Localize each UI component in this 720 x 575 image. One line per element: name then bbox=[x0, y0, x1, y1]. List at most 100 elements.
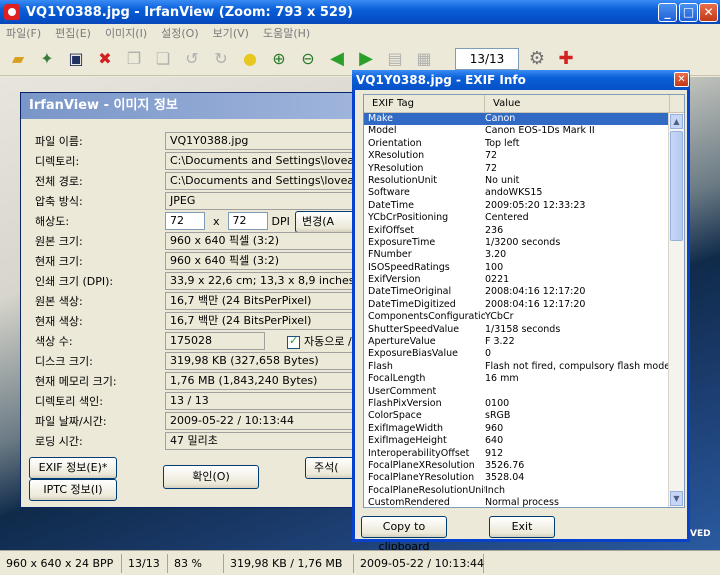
undo-icon[interactable]: ↺ bbox=[180, 47, 204, 71]
exif-tag: FocalLength bbox=[368, 373, 426, 385]
exif-row[interactable]: FocalLength 16 mm bbox=[364, 373, 684, 385]
exif-row[interactable]: ResolutionUnit No unit bbox=[364, 175, 684, 187]
exif-row[interactable]: DateTimeOriginal 2008:04:16 12:17:20 bbox=[364, 286, 684, 298]
dpi-x-input[interactable]: 72 bbox=[165, 212, 205, 230]
exif-tag: ResolutionUnit bbox=[368, 174, 437, 186]
exif-row[interactable]: ColorSpace sRGB bbox=[364, 410, 684, 422]
exif-tag: XResolution bbox=[368, 150, 425, 162]
exif-list[interactable]: EXIF Tag Value Make Canon Model Canon EOS-1… bbox=[363, 94, 685, 508]
info-label: 파일 날짜/시간: bbox=[35, 415, 107, 428]
minimize-button[interactable]: _ bbox=[658, 3, 677, 22]
info-value: C:\Documents and Settings\loveas bbox=[165, 172, 365, 190]
close-button[interactable]: ✕ bbox=[699, 3, 718, 22]
info-value: 16,7 백만 (24 BitsPerPixel) bbox=[165, 292, 365, 310]
exif-row[interactable]: ApertureValue F 3.22 bbox=[364, 336, 684, 348]
print-icon[interactable]: ▤ bbox=[383, 47, 407, 71]
exif-tag: YCbCrPositioning bbox=[368, 212, 449, 224]
exif-row[interactable]: Orientation Top left bbox=[364, 138, 684, 150]
scroll-down-icon[interactable]: ▼ bbox=[670, 491, 683, 506]
exif-value: 3528.04 bbox=[485, 472, 525, 484]
info-value: 13 / 13 bbox=[165, 392, 365, 410]
zoom-out-icon[interactable]: ⊖ bbox=[296, 47, 320, 71]
copy-icon[interactable]: ❐ bbox=[122, 47, 146, 71]
exif-row[interactable]: ComponentsConfiguration YCbCr bbox=[364, 311, 684, 323]
exif-value: Canon EOS-1Ds Mark II bbox=[485, 125, 595, 137]
exif-row[interactable]: YCbCrPositioning Centered bbox=[364, 212, 684, 224]
exif-row[interactable]: ISOSpeedRatings 100 bbox=[364, 262, 684, 274]
exif-row[interactable]: XResolution 72 bbox=[364, 150, 684, 162]
ok-button[interactable]: 확인(O) bbox=[163, 465, 259, 489]
exif-row[interactable]: Model Canon EOS-1Ds Mark II bbox=[364, 125, 684, 137]
delete-icon[interactable]: ✖ bbox=[93, 47, 117, 71]
status-zoom: 83 % bbox=[168, 553, 224, 573]
menu-options[interactable]: 설정(O) bbox=[161, 25, 198, 41]
window-title: VQ1Y0388.jpg - IrfanView (Zoom: 793 x 52… bbox=[26, 4, 353, 20]
exif-row[interactable]: Flash Flash not fired, compulsory flash m… bbox=[364, 361, 684, 373]
iptc-info-button[interactable]: IPTC 정보(I) bbox=[29, 479, 117, 501]
exif-value: 236 bbox=[485, 224, 504, 236]
exif-row[interactable]: Software andoWKS15 bbox=[364, 187, 684, 199]
info-label: 원본 색상: bbox=[35, 295, 83, 308]
exif-row[interactable]: ExifVersion 0221 bbox=[364, 274, 684, 286]
page-counter[interactable]: 13/13 bbox=[455, 47, 519, 70]
exif-value: YCbCr bbox=[485, 311, 514, 323]
info-label: 디렉토리 색인: bbox=[35, 395, 103, 408]
exif-row[interactable]: Make Canon bbox=[364, 113, 684, 126]
exif-row[interactable]: UserComment bbox=[364, 386, 684, 398]
exif-close-button[interactable]: ✕ bbox=[674, 72, 689, 87]
exif-row[interactable]: DateTimeDigitized 2008:04:16 12:17:20 bbox=[364, 299, 684, 311]
menu-file[interactable]: 파일(F) bbox=[6, 25, 41, 41]
previous-icon[interactable]: ◀ bbox=[325, 47, 349, 71]
change-dpi-button[interactable]: 변경(A bbox=[295, 211, 355, 233]
scan-icon[interactable]: ▦ bbox=[412, 47, 436, 71]
menu-view[interactable]: 보기(V) bbox=[213, 25, 249, 41]
comment-button[interactable]: 주석( bbox=[305, 457, 355, 479]
exif-row[interactable]: DateTime 2009:05:20 12:33:23 bbox=[364, 200, 684, 212]
exif-scrollbar[interactable]: ▲ ▼ bbox=[668, 113, 684, 507]
paste-icon[interactable]: ❏ bbox=[151, 47, 175, 71]
dpi-y-input[interactable]: 72 bbox=[227, 212, 268, 230]
exif-info-dialog: VQ1Y0388.jpg - EXIF Info ✕ EXIF Tag Valu… bbox=[352, 70, 690, 553]
save-icon[interactable]: ▣ bbox=[64, 47, 88, 71]
exit-button[interactable]: Exit bbox=[489, 516, 555, 538]
exif-row[interactable]: CustomRendered Normal process bbox=[364, 497, 684, 507]
exif-col-tag[interactable]: EXIF Tag bbox=[364, 95, 485, 113]
exif-row[interactable]: ExifImageHeight 640 bbox=[364, 435, 684, 447]
menu-edit[interactable]: 편집(E) bbox=[55, 25, 91, 41]
exif-row[interactable]: FlashPixVersion 0100 bbox=[364, 398, 684, 410]
exif-info-button[interactable]: EXIF 정보(E)* bbox=[29, 457, 117, 479]
info-bulb-icon[interactable]: ● bbox=[238, 47, 262, 71]
exif-row[interactable]: FocalPlaneResolutionUnit Inch bbox=[364, 485, 684, 497]
exif-row[interactable]: ExposureTime 1/3200 seconds bbox=[364, 237, 684, 249]
maximize-button[interactable]: □ bbox=[679, 3, 698, 22]
exif-row[interactable]: InteroperabilityOffset 912 bbox=[364, 448, 684, 460]
redo-icon[interactable]: ↻ bbox=[209, 47, 233, 71]
exif-row[interactable]: FocalPlaneYResolution 3528.04 bbox=[364, 472, 684, 484]
plugin-puzzle-icon[interactable]: ✚ bbox=[554, 47, 578, 71]
exif-row[interactable]: YResolution 72 bbox=[364, 163, 684, 175]
slideshow-icon[interactable]: ✦ bbox=[35, 47, 59, 71]
open-folder-icon[interactable]: ▰ bbox=[6, 47, 30, 71]
irfanview-app-icon[interactable] bbox=[4, 4, 20, 20]
copy-to-clipboard-button[interactable]: Copy to clipboard bbox=[361, 516, 447, 553]
exif-row[interactable]: FocalPlaneXResolution 3526.76 bbox=[364, 460, 684, 472]
menu-help[interactable]: 도움말(H) bbox=[263, 25, 310, 41]
exif-value: 0221 bbox=[485, 274, 510, 286]
exif-row[interactable]: ExifOffset 236 bbox=[364, 225, 684, 237]
menu-image[interactable]: 이미지(I) bbox=[105, 25, 147, 41]
scroll-up-icon[interactable]: ▲ bbox=[670, 114, 683, 129]
exif-row[interactable]: ExifImageWidth 960 bbox=[364, 423, 684, 435]
exif-row[interactable]: ExposureBiasValue 0 bbox=[364, 348, 684, 360]
zoom-in-icon[interactable]: ⊕ bbox=[267, 47, 291, 71]
auto-checkbox-wrap[interactable]: 자동으로 / bbox=[287, 333, 352, 349]
scroll-thumb[interactable] bbox=[670, 131, 683, 241]
exif-tag: YResolution bbox=[368, 162, 424, 174]
exif-row[interactable]: FNumber 3.20 bbox=[364, 249, 684, 261]
exif-value: 3.20 bbox=[485, 249, 507, 261]
next-icon[interactable]: ▶ bbox=[354, 47, 378, 71]
exif-row[interactable]: ShutterSpeedValue 1/3158 seconds bbox=[364, 324, 684, 336]
settings-gear-icon[interactable]: ⚙ bbox=[525, 47, 549, 71]
exif-tag: ShutterSpeedValue bbox=[368, 323, 460, 335]
exif-col-value[interactable]: Value bbox=[485, 95, 670, 113]
auto-checkbox[interactable] bbox=[287, 334, 300, 349]
